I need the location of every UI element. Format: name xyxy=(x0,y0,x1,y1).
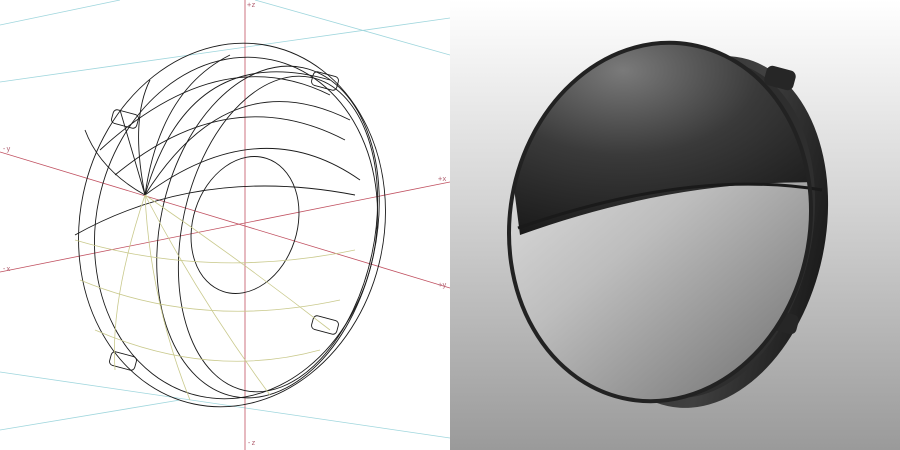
axis-label-x-right: +x xyxy=(438,175,447,183)
grid-guides xyxy=(0,0,450,439)
wireframe-viewport: +z -z -y +y -x +x xyxy=(0,0,450,450)
y-axis xyxy=(0,151,450,289)
wireframe-canvas xyxy=(0,0,450,450)
guide-line xyxy=(254,0,450,56)
guide-line xyxy=(0,17,450,83)
meridian xyxy=(144,54,231,196)
screenshot: +z -z -y +y -x +x xyxy=(0,0,900,450)
mesh-line xyxy=(74,239,356,264)
guide-line xyxy=(0,0,121,26)
axis-label-y-left: -y xyxy=(2,145,11,153)
base-ring xyxy=(156,65,380,399)
x-axis xyxy=(0,181,450,273)
lamp-wireframe xyxy=(74,42,386,408)
mesh-line xyxy=(113,194,146,371)
meridian xyxy=(84,129,146,196)
guide-line xyxy=(0,399,181,431)
parallel xyxy=(114,116,346,176)
outer-rim xyxy=(78,42,386,408)
axis-label-z-bottom: -z xyxy=(247,439,256,447)
mount-tab xyxy=(109,351,137,371)
axis-label-y-right: +y xyxy=(438,281,447,289)
render-viewport xyxy=(450,0,900,450)
axis-label-x-left: -x xyxy=(2,265,11,273)
meridian xyxy=(144,147,361,196)
parallel xyxy=(74,185,356,236)
render-canvas xyxy=(490,18,839,408)
axis-label-z-top: +z xyxy=(247,1,256,9)
meridian xyxy=(144,101,351,196)
mesh-line xyxy=(94,329,321,362)
mesh-line xyxy=(144,194,191,401)
mesh-line xyxy=(144,194,271,396)
